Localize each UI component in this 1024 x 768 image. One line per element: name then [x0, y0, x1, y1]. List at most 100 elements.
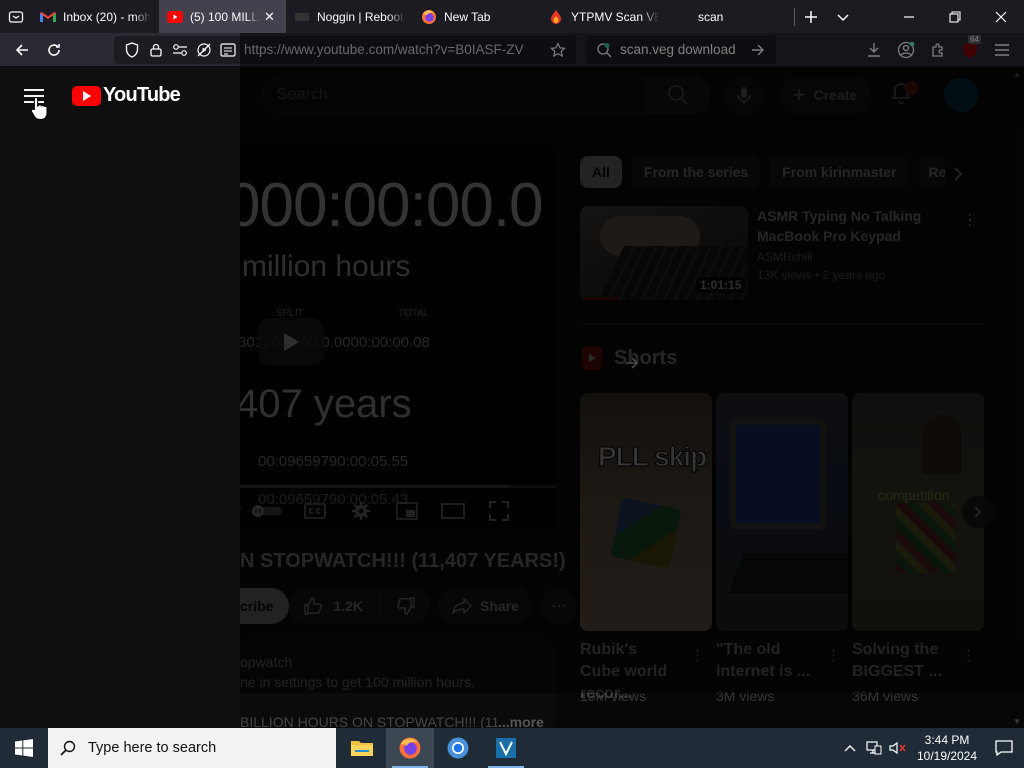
list-all-tabs-chevron-icon[interactable] [827, 0, 859, 33]
video-description[interactable]: opwatch ne in settings to get 100 millio… [240, 638, 556, 728]
close-tab-icon[interactable]: ✕ [264, 9, 278, 25]
windows-start-icon[interactable] [0, 728, 48, 768]
chevron-right-icon[interactable] [944, 160, 972, 188]
chip-related[interactable]: Re [918, 156, 945, 188]
clock-date: 10/19/2024 [916, 749, 978, 763]
description-line: BILLION HOURS ON STOPWATCH!!! (114 [240, 714, 498, 728]
new-tab-plus-icon[interactable] [795, 0, 827, 33]
player-controls: 2 [240, 496, 556, 526]
create-button[interactable]: + Create [778, 76, 872, 114]
share-button[interactable]: Share [438, 588, 533, 624]
permissions-icon[interactable] [168, 38, 192, 62]
kebab-menu-icon[interactable]: ⋮ [961, 646, 976, 664]
scroll-down-icon[interactable]: ▼ [1013, 717, 1021, 726]
page-scrollbar[interactable]: ▲ ▼ [1010, 68, 1024, 728]
kebab-menu-icon[interactable]: ⋮ [690, 646, 705, 664]
bookmark-star-icon[interactable] [546, 38, 570, 62]
close-window-icon[interactable] [978, 0, 1024, 33]
tab-noggin[interactable]: Noggin | Reboot [286, 0, 413, 33]
tab-gmail[interactable]: Inbox (20) - moh [32, 0, 159, 33]
lock-icon[interactable] [144, 38, 168, 62]
file-explorer-icon[interactable] [338, 728, 386, 768]
tab-youtube-active[interactable]: (5) 100 MILLIO ✕ [159, 0, 286, 33]
captions-cc-icon[interactable] [300, 498, 330, 524]
notification-center-icon[interactable] [984, 740, 1024, 756]
short-thumbnail[interactable]: PLL skip [580, 393, 712, 631]
taskbar-search-box[interactable]: Type here to search [48, 728, 336, 768]
network-icon[interactable] [862, 741, 886, 755]
play-button[interactable] [258, 318, 324, 366]
more-actions-icon[interactable]: ⋯ [540, 588, 577, 624]
search-engine-icon [592, 38, 616, 62]
kebab-menu-icon[interactable]: ⋮ [962, 210, 978, 230]
search-go-arrow-icon[interactable] [746, 38, 770, 62]
notification-badge [905, 81, 919, 95]
notifications-bell-icon[interactable] [890, 81, 919, 108]
subscribe-button[interactable]: cribe [240, 588, 290, 624]
restore-icon[interactable] [932, 0, 978, 33]
tab-list-icon[interactable] [0, 0, 32, 33]
autoplay-toggle-icon[interactable] [250, 498, 284, 524]
toolbar-icons: 64 [858, 34, 1018, 64]
ublock-extension-icon[interactable]: 64 [954, 34, 986, 64]
stopwatch-row-2: 00:09659790:00:05.55 [258, 453, 409, 470]
url-bar[interactable]: https://www.youtube.com/watch?v=B0IASF-Z… [114, 35, 576, 64]
short-thumbnail[interactable] [716, 393, 848, 631]
chip-from-the-series[interactable]: From the series [631, 156, 761, 188]
search-bar-text[interactable]: scan.veg download [620, 42, 746, 57]
vegas-taskbar-icon[interactable] [482, 728, 530, 768]
scroll-up-icon[interactable]: ▲ [1013, 70, 1021, 79]
tab-new-tab[interactable]: New Tab [413, 0, 540, 33]
fullscreen-icon[interactable] [484, 498, 514, 524]
recommended-channel[interactable]: ASMRchill [757, 250, 812, 264]
downloads-icon[interactable] [858, 36, 890, 64]
short-title[interactable]: "The old internet is ... [716, 639, 816, 683]
tab-scan[interactable]: scan [667, 0, 794, 33]
kebab-menu-icon[interactable]: ⋮ [826, 646, 841, 664]
recommended-video[interactable]: 1:01:15 ASMR Typing No Talking MacBook P… [580, 206, 980, 300]
back-arrow-icon[interactable] [6, 36, 38, 64]
recommended-title[interactable]: ASMR Typing No Talking MacBook Pro Keypa… [757, 206, 937, 246]
yt-search-button[interactable] [646, 76, 710, 114]
video-progress-bar[interactable] [240, 485, 556, 488]
url-text[interactable]: https://www.youtube.com/watch?v=B0IASF-Z… [244, 42, 546, 57]
hamburger-menu-icon[interactable] [986, 36, 1018, 64]
theater-mode-icon[interactable] [438, 498, 468, 524]
reader-view-icon[interactable] [216, 38, 240, 62]
video-title: N STOPWATCH!!! (11,407 YEARS!) [240, 550, 566, 572]
thumbs-up-icon[interactable] [303, 596, 323, 616]
like-count[interactable]: 1.2K [333, 598, 363, 614]
miniplayer-icon[interactable] [392, 498, 422, 524]
video-player[interactable]: 000:00:00.0 million hours SPLIT TOTAL 30… [240, 146, 556, 528]
chip-all[interactable]: All [580, 156, 622, 188]
show-hidden-icons-chevron-icon[interactable] [838, 744, 862, 752]
chip-from-kirinmaster[interactable]: From kirinmaster [770, 156, 909, 188]
taskbar-clock[interactable]: 3:44 PM 10/19/2024 [910, 732, 984, 764]
short-views: 36M views [852, 688, 919, 704]
autoplay-blocked-icon[interactable] [192, 38, 216, 62]
stopwatch-big-time: 000:00:00.0 [240, 171, 544, 240]
chrome-taskbar-icon[interactable] [434, 728, 482, 768]
reload-icon[interactable] [38, 36, 70, 64]
related-chips: All From the series From kirinmaster Re [580, 156, 955, 188]
firefox-taskbar-icon[interactable] [386, 728, 434, 768]
tab-ytpmv[interactable]: YTPMV Scan VEG [540, 0, 667, 33]
settings-gear-icon[interactable] [346, 498, 376, 524]
yt-search-input[interactable]: Search [262, 76, 646, 114]
minimize-icon[interactable] [886, 0, 932, 33]
screen: Inbox (20) - moh (5) 100 MILLIO ✕ Noggin… [0, 0, 1024, 768]
volume-muted-icon[interactable] [886, 741, 910, 755]
shorts-next-chevron-icon[interactable] [962, 496, 994, 528]
extensions-puzzle-icon[interactable] [922, 36, 954, 64]
voice-search-mic-icon[interactable] [724, 76, 764, 116]
tab-title: scan [698, 9, 724, 24]
account-icon[interactable] [890, 36, 922, 64]
search-bar[interactable]: scan.veg download [586, 35, 776, 64]
thumbs-down-icon[interactable] [396, 596, 416, 616]
gmail-icon [40, 9, 56, 25]
short-title[interactable]: Solving the BIGGEST ... [852, 639, 952, 683]
shield-icon[interactable] [120, 38, 144, 62]
avatar[interactable] [944, 78, 978, 112]
description-more-link[interactable]: ...more [498, 714, 544, 728]
youtube-logo[interactable]: YouTube [72, 84, 181, 107]
